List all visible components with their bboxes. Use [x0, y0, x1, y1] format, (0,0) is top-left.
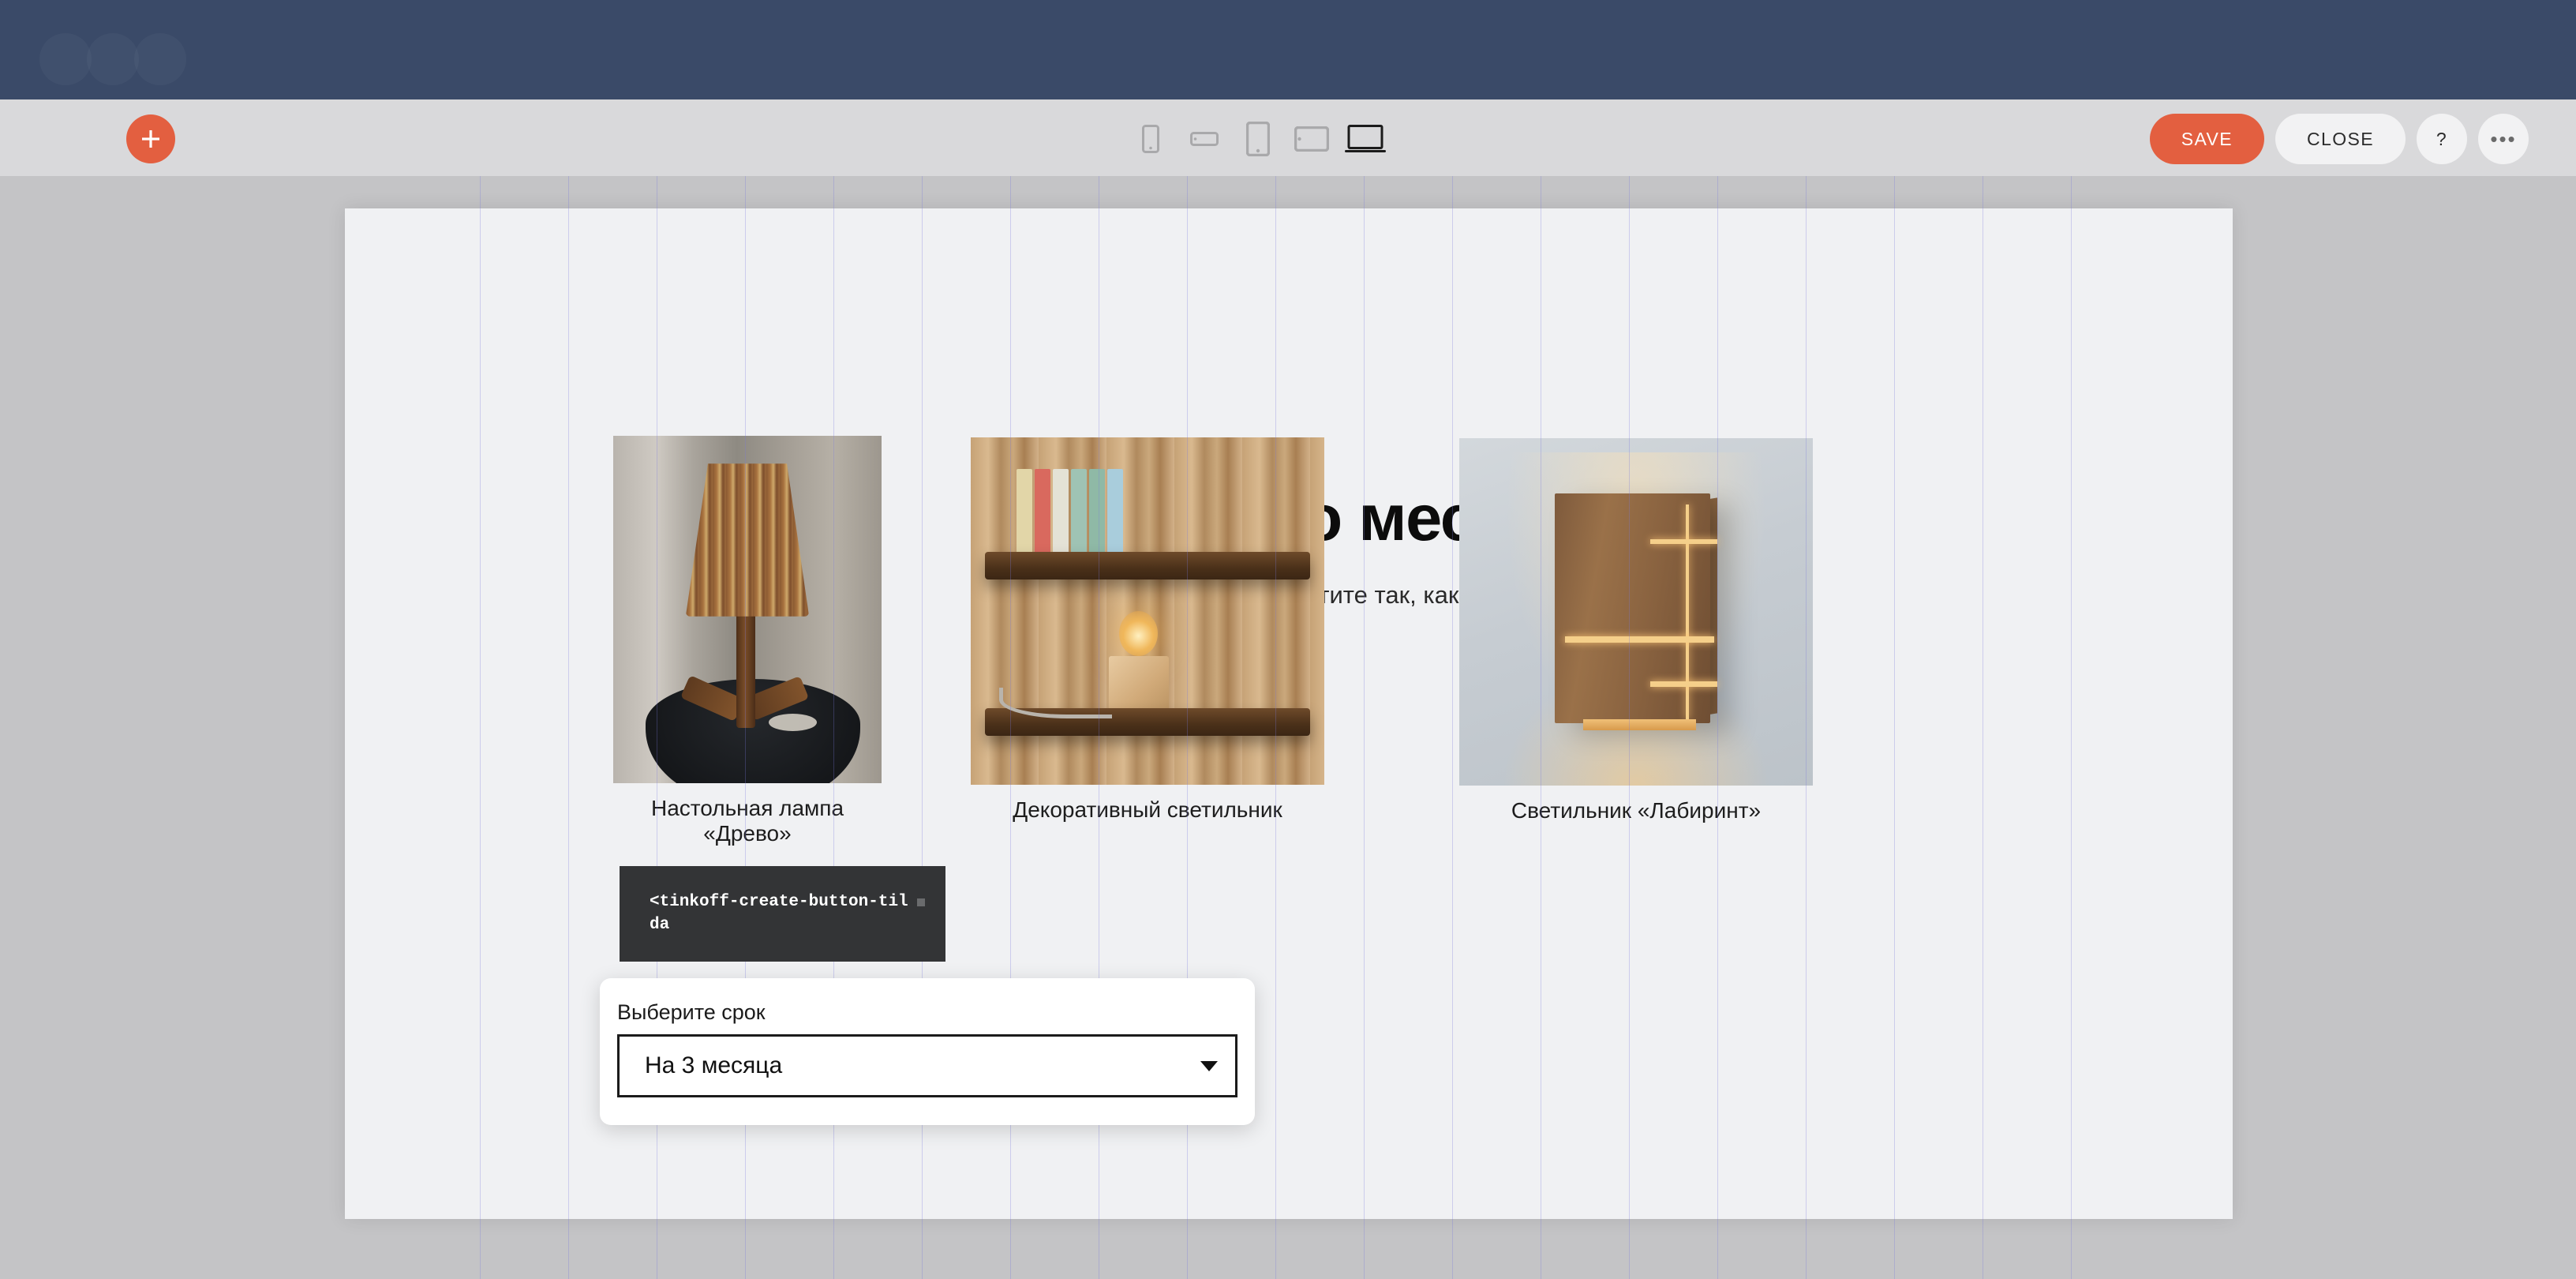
app-top-bar: [0, 0, 2576, 99]
tablet-portrait-icon: [1246, 122, 1270, 156]
device-tablet-landscape-button[interactable]: [1285, 115, 1339, 163]
device-preview-switcher[interactable]: [1124, 115, 1392, 163]
topbar-ghost-circle: [134, 33, 186, 85]
html-code-widget[interactable]: <tinkoff-create-button-tilda: [620, 866, 945, 962]
product-card[interactable]: Декоративный светильник: [971, 437, 1324, 823]
device-phone-landscape-button[interactable]: [1178, 115, 1231, 163]
topbar-ghost-circle: [39, 33, 92, 85]
product-card[interactable]: Настольная лампа «Древо»: [613, 436, 882, 846]
product-image-wooden-stick-table-lamp: [613, 436, 882, 783]
widget-resize-handle[interactable]: [917, 898, 925, 906]
save-button[interactable]: SAVE: [2149, 114, 2265, 164]
toolbar-actions: SAVE CLOSE ? •••: [2149, 114, 2529, 164]
close-button[interactable]: CLOSE: [2275, 114, 2406, 164]
desktop-icon: [1345, 125, 1386, 153]
product-caption: Настольная лампа «Древо»: [650, 796, 844, 846]
product-image-rustic-shelf-edison-lamp: [971, 437, 1324, 785]
installment-term-panel: Выберите срок На 3 месяца: [600, 978, 1255, 1125]
product-image-wooden-wall-sconce: [1459, 438, 1813, 786]
tablet-landscape-icon: [1294, 126, 1329, 152]
device-tablet-portrait-button[interactable]: [1231, 115, 1285, 163]
phone-portrait-icon: [1142, 125, 1159, 153]
plus-icon: [140, 129, 161, 149]
product-card[interactable]: Светильник «Лабиринт»: [1459, 438, 1813, 823]
product-caption: Декоративный светильник: [1013, 797, 1282, 822]
device-desktop-button[interactable]: [1339, 115, 1392, 163]
topbar-ghost-circle: [87, 33, 139, 85]
phone-landscape-icon: [1190, 130, 1219, 148]
code-widget-text: <tinkoff-create-button-tilda: [650, 893, 908, 934]
chevron-down-icon: [1200, 1060, 1218, 1071]
device-phone-portrait-button[interactable]: [1124, 115, 1178, 163]
help-button[interactable]: ?: [2417, 114, 2467, 164]
product-caption: Светильник «Лабиринт»: [1511, 798, 1762, 823]
add-block-button[interactable]: [126, 114, 175, 163]
more-options-button[interactable]: •••: [2478, 114, 2529, 164]
select-label: Выберите срок: [617, 1000, 766, 1024]
term-select[interactable]: На 3 месяца: [617, 1034, 1237, 1097]
term-select-value: На 3 месяца: [645, 1052, 783, 1078]
